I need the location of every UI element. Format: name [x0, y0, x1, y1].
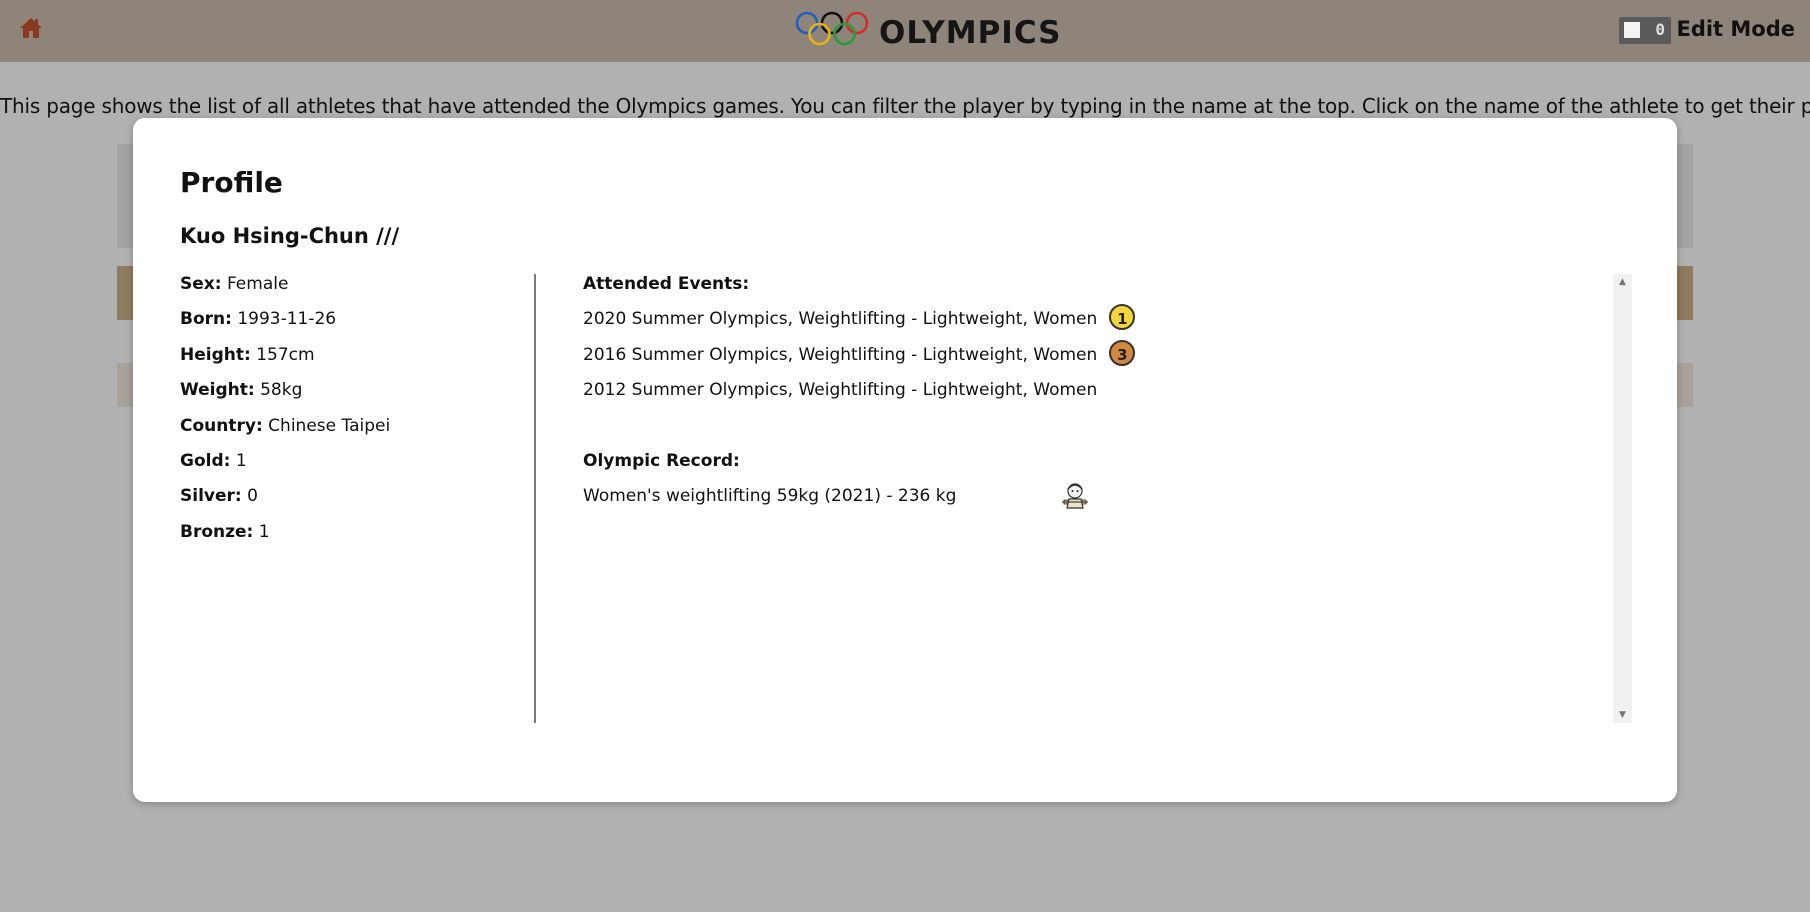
- top-bar: OLYMPICS 0 Edit Mode: [0, 0, 1810, 62]
- profile-modal: Profile Kuo Hsing-Chun /// Sex: Female B…: [133, 118, 1677, 802]
- event-text: 2020 Summer Olympics, Weightlifting - Li…: [583, 309, 1098, 330]
- stat-born: Born: 1993-11-26: [180, 309, 520, 344]
- stat-weight: Weight: 58kg: [180, 380, 520, 415]
- edit-mode-toggle[interactable]: 0: [1619, 17, 1671, 44]
- stat-value: 1993-11-26: [237, 309, 337, 330]
- stat-label: Sex:: [180, 274, 222, 294]
- record-item: Women's weightlifting 59kg (2021) - 236 …: [583, 483, 1613, 521]
- stat-label: Height:: [180, 344, 251, 365]
- stat-sex: Sex: Female: [180, 274, 520, 309]
- column-divider: [534, 274, 536, 723]
- record-title: Olympic Record:: [583, 450, 740, 471]
- intro-text: This page shows the list of all athletes…: [0, 94, 1810, 118]
- olympic-rings-icon: [795, 11, 869, 46]
- stat-value: 1: [235, 450, 247, 471]
- edit-mode-control: 0 Edit Mode: [1615, 14, 1795, 46]
- event-text: 2012 Summer Olympics, Weightlifting - Li…: [583, 380, 1098, 401]
- stat-label: Silver:: [180, 486, 242, 507]
- stat-value: Female: [226, 274, 289, 294]
- event-item: 2012 Summer Olympics, Weightlifting - Li…: [583, 380, 1613, 415]
- stat-country: Country: Chinese Taipei: [180, 416, 520, 451]
- stat-height: Height: 157cm: [180, 345, 520, 380]
- gold-medal-icon: 1: [1109, 304, 1136, 331]
- home-icon[interactable]: [19, 16, 43, 40]
- athlete-stats: Sex: Female Born: 1993-11-26 Height: 157…: [180, 274, 520, 557]
- stat-label: Born:: [180, 309, 232, 330]
- scroll-down-arrow-icon[interactable]: ▼: [1613, 707, 1632, 723]
- bronze-medal-icon: 3: [1109, 339, 1136, 366]
- events-panel: Attended Events: 2020 Summer Olympics, W…: [583, 274, 1613, 723]
- stat-value: 0: [247, 486, 258, 507]
- stat-silver: Silver: 0: [180, 486, 520, 521]
- stat-value: Chinese Taipei: [268, 415, 391, 436]
- stat-label: Country:: [180, 415, 263, 436]
- stat-bronze: Bronze: 1: [180, 522, 520, 557]
- stat-gold: Gold: 1: [180, 451, 520, 486]
- stat-value: 157cm: [256, 344, 315, 365]
- stat-value: 1: [258, 521, 270, 542]
- toggle-knob: [1624, 22, 1640, 38]
- athlete-name: Kuo Hsing-Chun ///: [180, 224, 400, 248]
- edit-mode-label: Edit Mode: [1676, 17, 1795, 41]
- record-text: Women's weightlifting 59kg (2021) - 236 …: [583, 486, 957, 507]
- record-holder-icon: [1062, 483, 1088, 509]
- toggle-value: 0: [1655, 20, 1665, 39]
- events-title: Attended Events:: [583, 274, 750, 294]
- stat-label: Weight:: [180, 380, 255, 401]
- stat-label: Bronze:: [180, 521, 254, 542]
- stat-label: Gold:: [180, 450, 231, 471]
- event-item: 2016 Summer Olympics, Weightlifting - Li…: [583, 339, 1613, 380]
- events-scrollbar[interactable]: ▲ ▼: [1613, 274, 1632, 723]
- event-item: 2020 Summer Olympics, Weightlifting - Li…: [583, 304, 1613, 344]
- scroll-up-arrow-icon[interactable]: ▲: [1613, 274, 1632, 290]
- stat-value: 58kg: [260, 380, 303, 401]
- modal-title: Profile: [180, 166, 283, 199]
- brand-title: OLYMPICS: [879, 15, 1062, 51]
- event-text: 2016 Summer Olympics, Weightlifting - Li…: [583, 344, 1098, 365]
